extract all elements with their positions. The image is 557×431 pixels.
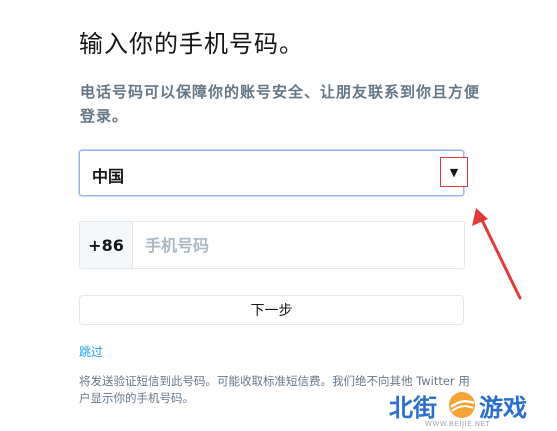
bj-logo-icon (449, 392, 475, 418)
watermark-right-text: 游戏 (479, 394, 527, 422)
watermark: 北街 游戏 WWW.BEIJIE.NET (389, 386, 549, 430)
watermark-url: WWW.BEIJIE.NET (425, 420, 491, 428)
watermark-left-text: 北街 (389, 394, 437, 422)
red-arrow-annotation (472, 208, 522, 300)
